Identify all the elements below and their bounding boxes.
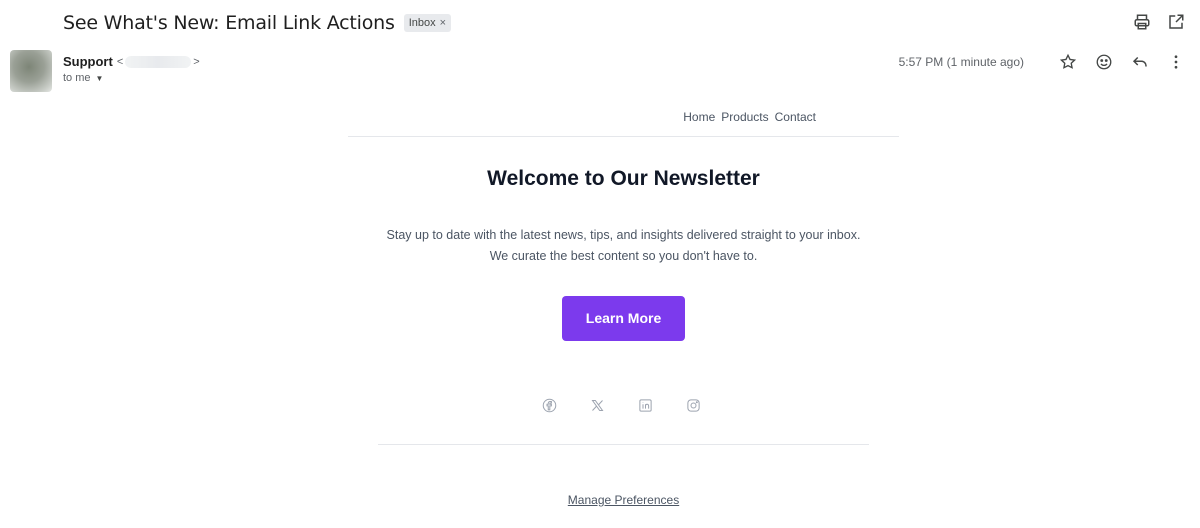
instagram-icon[interactable] (685, 396, 703, 414)
facebook-icon[interactable] (541, 396, 559, 414)
top-actions (1132, 12, 1186, 32)
nav-products-link[interactable]: Products (721, 110, 768, 124)
sender-name[interactable]: Support (63, 54, 113, 69)
remove-label-icon[interactable]: × (440, 17, 446, 29)
reply-icon[interactable] (1130, 52, 1150, 72)
timestamp: 5:57 PM (1 minute ago) (898, 55, 1024, 69)
subject-row: See What's New: Email Link Actions Inbox… (63, 9, 452, 37)
recipient-text: to me (63, 72, 91, 84)
nav-home-link[interactable]: Home (683, 110, 715, 124)
linkedin-icon[interactable] (637, 396, 655, 414)
social-links (348, 396, 899, 414)
newsletter-text: Stay up to date with the latest news, ti… (348, 225, 899, 267)
nav-contact-link[interactable]: Contact (775, 110, 816, 124)
email-subject: See What's New: Email Link Actions (63, 12, 395, 34)
inbox-label-text: Inbox (408, 17, 436, 29)
recipient-details-toggle[interactable]: to me ▼ (63, 72, 200, 84)
inbox-label-chip[interactable]: Inbox × (403, 14, 452, 32)
star-icon[interactable] (1058, 52, 1078, 72)
footer-divider (378, 444, 869, 445)
newsletter-title: Welcome to Our Newsletter (487, 167, 760, 190)
learn-more-button[interactable]: Learn More (562, 296, 685, 341)
more-vert-icon[interactable] (1166, 52, 1186, 72)
manage-preferences-link[interactable]: Manage Preferences (568, 493, 679, 507)
print-icon[interactable] (1132, 12, 1152, 32)
newsletter-nav: Home Products Contact (348, 104, 899, 129)
email-body: Home Products Contact Welcome to Our New… (348, 104, 899, 507)
x-icon[interactable] (589, 396, 607, 414)
avatar[interactable] (10, 50, 52, 92)
redacted-email (125, 55, 192, 68)
emoji-icon[interactable] (1094, 52, 1114, 72)
sender-email: < > (116, 55, 200, 68)
chevron-down-icon: ▼ (95, 73, 104, 83)
sender-block: Support < > to me ▼ (63, 54, 200, 84)
message-actions: 5:57 PM (1 minute ago) (899, 52, 1186, 72)
newsletter-text-line-1: Stay up to date with the latest news, ti… (386, 228, 861, 242)
open-in-new-icon[interactable] (1166, 12, 1186, 32)
divider (348, 136, 899, 137)
newsletter-text-line-2: We curate the best content so you don't … (489, 249, 758, 263)
